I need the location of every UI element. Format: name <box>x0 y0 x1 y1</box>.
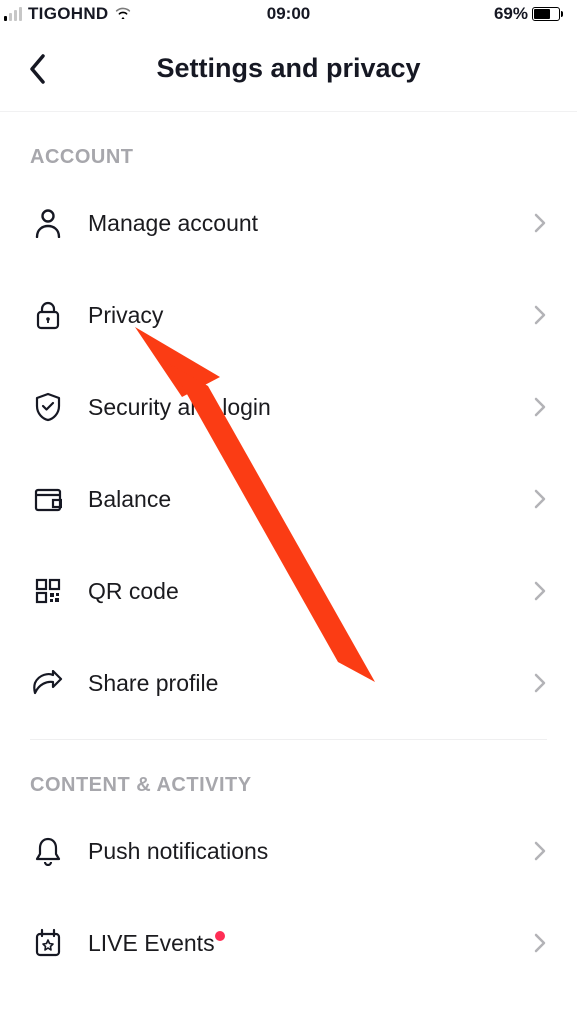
settings-item-label: Share profile <box>88 670 529 697</box>
settings-item-share-profile[interactable]: Share profile <box>0 637 577 729</box>
settings-item-label: Security and login <box>88 394 529 421</box>
carrier-label: TIGOHND <box>28 4 108 24</box>
page-title: Settings and privacy <box>156 53 420 84</box>
status-right-cluster: 69% <box>494 4 563 24</box>
settings-item-label: Privacy <box>88 302 529 329</box>
chevron-right-icon <box>529 840 551 862</box>
settings-item-label: Manage account <box>88 210 529 237</box>
chevron-right-icon <box>529 212 551 234</box>
wifi-icon <box>114 4 132 24</box>
lock-icon <box>30 297 66 333</box>
chevron-right-icon <box>529 932 551 954</box>
settings-item-label: QR code <box>88 578 529 605</box>
bell-icon <box>30 833 66 869</box>
battery-percent-label: 69% <box>494 4 528 24</box>
qr-code-icon <box>30 573 66 609</box>
settings-item-push-notifications[interactable]: Push notifications <box>0 805 577 897</box>
chevron-right-icon <box>529 304 551 326</box>
settings-item-qr-code[interactable]: QR code <box>0 545 577 637</box>
shield-icon <box>30 389 66 425</box>
chevron-right-icon <box>529 488 551 510</box>
share-icon <box>30 665 66 701</box>
settings-item-security[interactable]: Security and login <box>0 361 577 453</box>
section-header-content-activity: CONTENT & ACTIVITY <box>0 740 577 805</box>
clock-label: 09:00 <box>267 4 310 24</box>
settings-item-label: Push notifications <box>88 838 529 865</box>
back-button[interactable] <box>8 39 68 99</box>
chevron-right-icon <box>529 672 551 694</box>
settings-item-manage-account[interactable]: Manage account <box>0 177 577 269</box>
chevron-left-icon <box>27 52 49 86</box>
settings-item-label: LIVE Events <box>88 930 529 957</box>
battery-icon <box>532 7 563 21</box>
settings-item-balance[interactable]: Balance <box>0 453 577 545</box>
settings-item-label: Balance <box>88 486 529 513</box>
settings-item-privacy[interactable]: Privacy <box>0 269 577 361</box>
section-header-account: ACCOUNT <box>0 112 577 177</box>
chevron-right-icon <box>529 396 551 418</box>
navigation-header: Settings and privacy <box>0 26 577 112</box>
chevron-right-icon <box>529 580 551 602</box>
status-left-cluster: TIGOHND <box>4 4 132 24</box>
notification-badge-icon <box>215 931 225 941</box>
person-icon <box>30 205 66 241</box>
settings-item-live-events[interactable]: LIVE Events <box>0 897 577 989</box>
calendar-star-icon <box>30 925 66 961</box>
cellular-signal-icon <box>4 7 22 21</box>
wallet-icon <box>30 481 66 517</box>
status-bar: TIGOHND 09:00 69% <box>0 0 577 26</box>
